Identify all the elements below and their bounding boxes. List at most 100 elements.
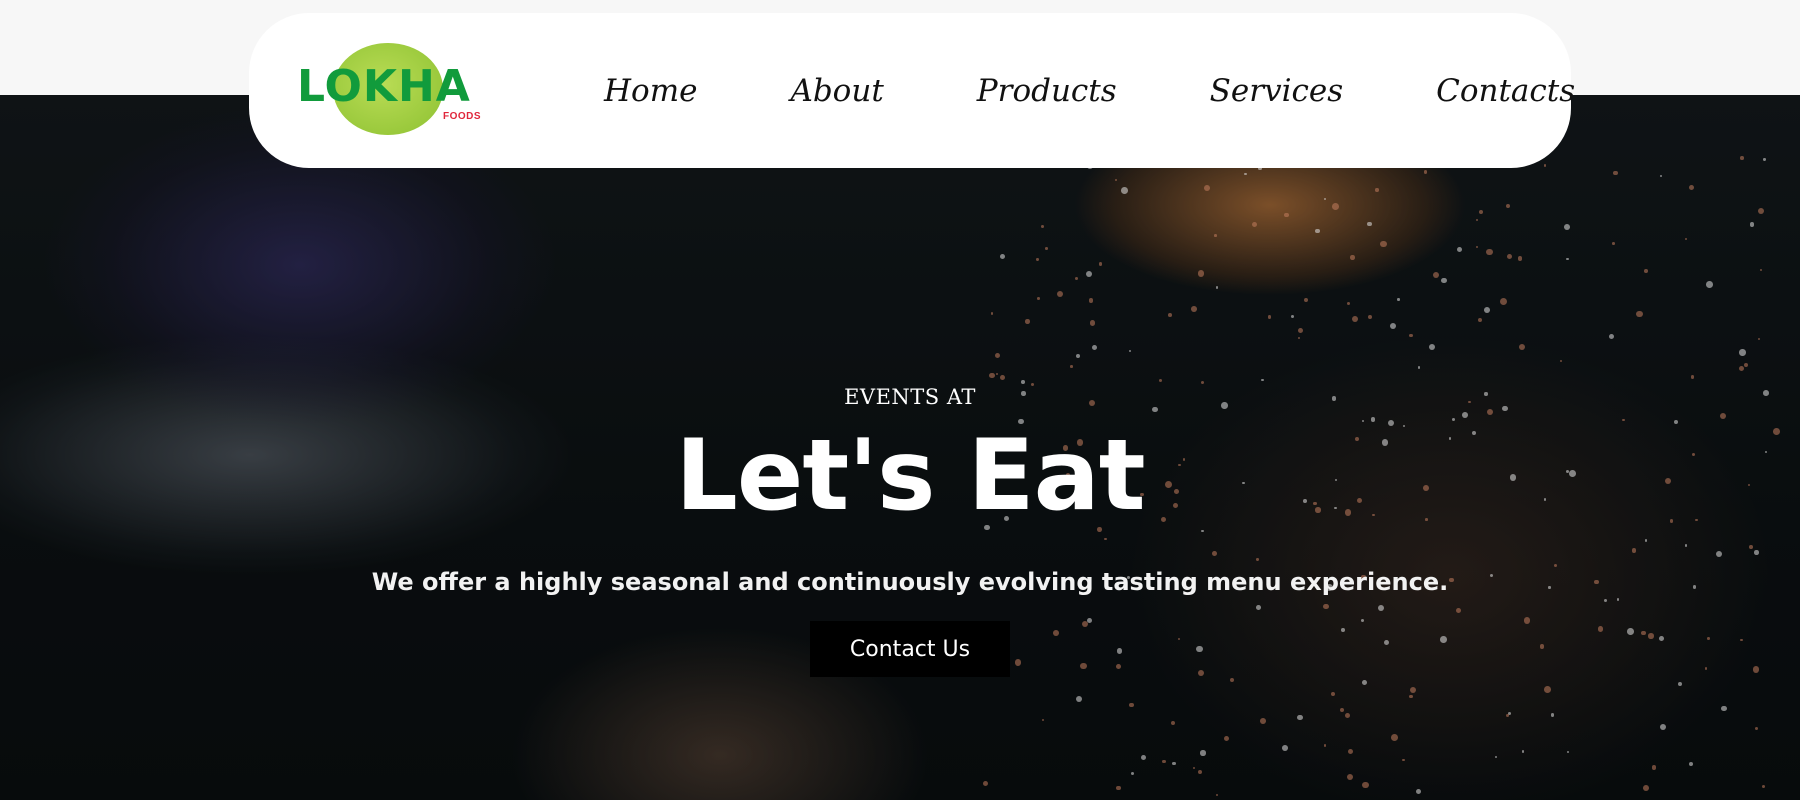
crumb-speck bbox=[1152, 406, 1158, 413]
crumb-speck bbox=[1140, 754, 1146, 760]
nav-item-home[interactable]: Home bbox=[604, 73, 697, 109]
crumb-speck bbox=[1341, 627, 1345, 632]
crumb-speck bbox=[1129, 349, 1132, 352]
crumb-speck bbox=[1130, 771, 1134, 775]
crumb-speck bbox=[1021, 391, 1026, 396]
crumb-speck bbox=[1462, 412, 1469, 418]
crumb-speck bbox=[1214, 234, 1217, 237]
crumb-speck bbox=[1380, 240, 1387, 248]
crumb-speck bbox=[1303, 499, 1307, 504]
crumb-speck bbox=[1754, 550, 1759, 555]
crumb-speck bbox=[1120, 187, 1128, 194]
nav-item-services[interactable]: Services bbox=[1210, 73, 1343, 109]
crumb-speck bbox=[1045, 247, 1049, 250]
crumb-speck bbox=[1172, 502, 1178, 509]
nav-item-about[interactable]: About bbox=[790, 73, 883, 109]
crumb-speck bbox=[1334, 506, 1337, 509]
crumb-speck bbox=[1692, 585, 1697, 589]
crumb-speck bbox=[1097, 527, 1103, 532]
crumb-speck bbox=[1501, 405, 1508, 412]
nav-item-contacts[interactable]: Contacts bbox=[1436, 73, 1575, 109]
crumb-speck bbox=[1025, 319, 1030, 324]
hero-overlay bbox=[0, 95, 1800, 800]
crumb-speck bbox=[1509, 474, 1517, 481]
crumb-speck bbox=[1754, 726, 1758, 730]
crumb-speck bbox=[1749, 222, 1755, 227]
crumb-speck bbox=[1456, 246, 1462, 253]
crumb-speck bbox=[1608, 333, 1614, 339]
crumb-speck bbox=[1367, 221, 1372, 226]
crumb-speck bbox=[1158, 379, 1162, 383]
crumb-speck bbox=[1559, 359, 1563, 362]
crumb-speck bbox=[1256, 558, 1259, 561]
crumb-speck bbox=[1423, 484, 1430, 491]
crumb-speck bbox=[1378, 604, 1385, 611]
crumb-speck bbox=[999, 375, 1005, 381]
nav-item-products[interactable]: Products bbox=[977, 73, 1117, 109]
crumb-speck bbox=[1196, 645, 1203, 652]
crumb-speck bbox=[1172, 762, 1176, 766]
crumb-speck bbox=[1211, 551, 1217, 557]
logo-text: LOKHA bbox=[297, 61, 471, 112]
crumb-speck bbox=[1569, 469, 1576, 477]
crumb-speck bbox=[1441, 277, 1447, 284]
crumb-speck bbox=[1673, 420, 1678, 424]
crumb-speck bbox=[1640, 630, 1646, 636]
crumb-speck bbox=[1313, 501, 1317, 505]
crumb-speck bbox=[1616, 598, 1620, 601]
crumb-speck bbox=[1763, 390, 1769, 396]
crumb-speck bbox=[1174, 489, 1179, 494]
crumb-speck bbox=[1351, 315, 1358, 322]
crumb-speck bbox=[1375, 188, 1379, 192]
crumb-speck bbox=[1566, 257, 1569, 261]
crumb-speck bbox=[1425, 517, 1428, 521]
crumb-speck bbox=[1416, 788, 1422, 794]
crumb-speck bbox=[1631, 548, 1637, 553]
crumb-speck bbox=[1486, 408, 1494, 415]
crumb-speck bbox=[1215, 794, 1218, 797]
crumb-speck bbox=[1164, 481, 1172, 488]
crumb-speck bbox=[1749, 544, 1753, 549]
logo[interactable]: LOKHA FOODS bbox=[297, 43, 497, 138]
crumb-speck bbox=[989, 372, 995, 379]
crumb-speck bbox=[1543, 498, 1547, 501]
crumb-speck bbox=[1449, 577, 1454, 583]
crumb-speck bbox=[1604, 598, 1608, 602]
crumb-speck bbox=[1315, 507, 1321, 513]
crumb-speck bbox=[1613, 170, 1618, 176]
crumb-speck bbox=[1065, 472, 1070, 477]
crumb-speck bbox=[1018, 418, 1024, 425]
crumb-speck bbox=[1489, 574, 1493, 578]
crumb-speck bbox=[1303, 297, 1308, 302]
crumb-speck bbox=[1362, 679, 1368, 685]
crumb-speck bbox=[1622, 418, 1625, 422]
crumb-speck bbox=[1080, 662, 1087, 670]
crumb-speck bbox=[1544, 685, 1552, 693]
crumb-speck bbox=[1707, 637, 1711, 640]
crumb-speck bbox=[1483, 306, 1490, 313]
crumb-speck bbox=[1550, 713, 1555, 717]
crumb-speck bbox=[1040, 225, 1044, 229]
crumb-speck bbox=[1499, 297, 1507, 305]
crumb-speck bbox=[1390, 734, 1398, 741]
crumb-speck bbox=[1409, 694, 1413, 699]
crumb-speck bbox=[1706, 281, 1713, 288]
crumb-speck bbox=[1116, 785, 1121, 790]
crumb-speck bbox=[1484, 392, 1488, 396]
crumb-speck bbox=[1387, 419, 1394, 426]
crumb-speck bbox=[1677, 682, 1682, 686]
crumb-speck bbox=[1088, 298, 1094, 303]
crumb-speck bbox=[1659, 174, 1662, 178]
crumb-speck bbox=[1642, 785, 1649, 791]
crumb-speck bbox=[1116, 647, 1123, 654]
crumb-speck bbox=[1440, 636, 1447, 643]
crumb-speck bbox=[1140, 492, 1144, 497]
crumb-speck bbox=[1036, 258, 1039, 261]
navbar: LOKHA FOODS Home About Products Services… bbox=[249, 13, 1575, 168]
crumb-speck bbox=[1397, 298, 1400, 301]
crumb-speck bbox=[1221, 402, 1228, 409]
logo-subtext: FOODS bbox=[443, 111, 482, 122]
crumb-speck bbox=[1323, 603, 1329, 610]
contact-us-button[interactable]: Contact Us bbox=[810, 621, 1010, 677]
nav-links: Home About Products Services Contacts bbox=[604, 13, 1575, 168]
